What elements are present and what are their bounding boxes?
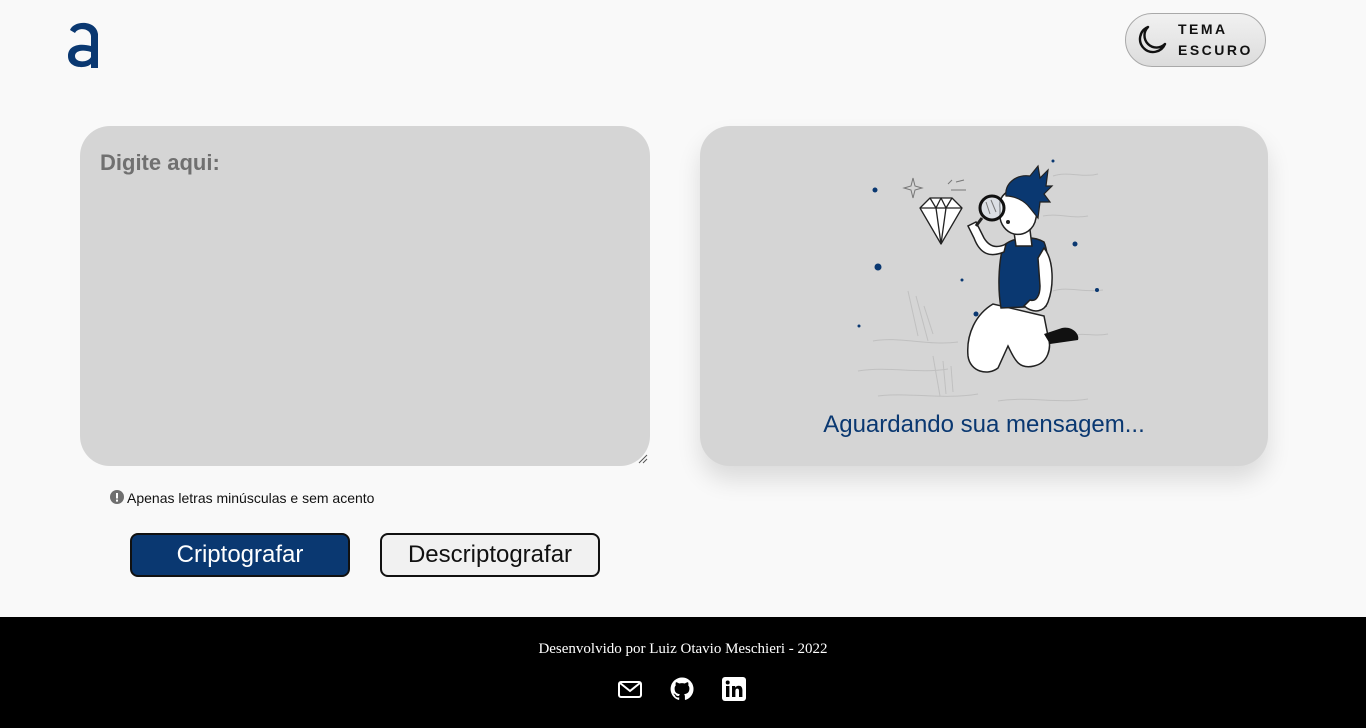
social-links	[617, 676, 747, 702]
person-magnifier-diamond-illustration	[857, 159, 1109, 402]
theme-toggle-label: TEMA ESCURO	[1178, 19, 1258, 61]
waiting-message: Aguardando sua mensagem...	[823, 411, 1145, 438]
theme-label-line1: TEMA	[1178, 21, 1228, 37]
footer-credit: Desenvolvido por Luiz Otavio Meschieri -…	[538, 641, 828, 657]
decrypt-button[interactable]: Descriptografar	[380, 533, 600, 577]
github-icon[interactable]	[669, 676, 695, 702]
message-input[interactable]	[80, 126, 650, 466]
mail-icon[interactable]	[617, 676, 643, 702]
input-hint: Apenas letras minúsculas e sem acento	[110, 489, 375, 506]
theme-label-line2: ESCURO	[1178, 42, 1253, 58]
theme-toggle-button[interactable]: TEMA ESCURO	[1125, 13, 1266, 67]
alura-logo-icon[interactable]	[66, 18, 102, 70]
output-card: Aguardando sua mensagem...	[700, 126, 1268, 466]
input-card	[80, 126, 650, 466]
encrypt-button[interactable]: Criptografar	[130, 533, 350, 577]
resize-handle-icon[interactable]	[638, 454, 648, 464]
info-icon	[110, 489, 124, 504]
linkedin-icon[interactable]	[721, 676, 747, 702]
footer: Desenvolvido por Luiz Otavio Meschieri -…	[0, 617, 1366, 728]
moon-icon	[1138, 25, 1167, 54]
input-hint-text: Apenas letras minúsculas e sem acento	[127, 490, 375, 506]
